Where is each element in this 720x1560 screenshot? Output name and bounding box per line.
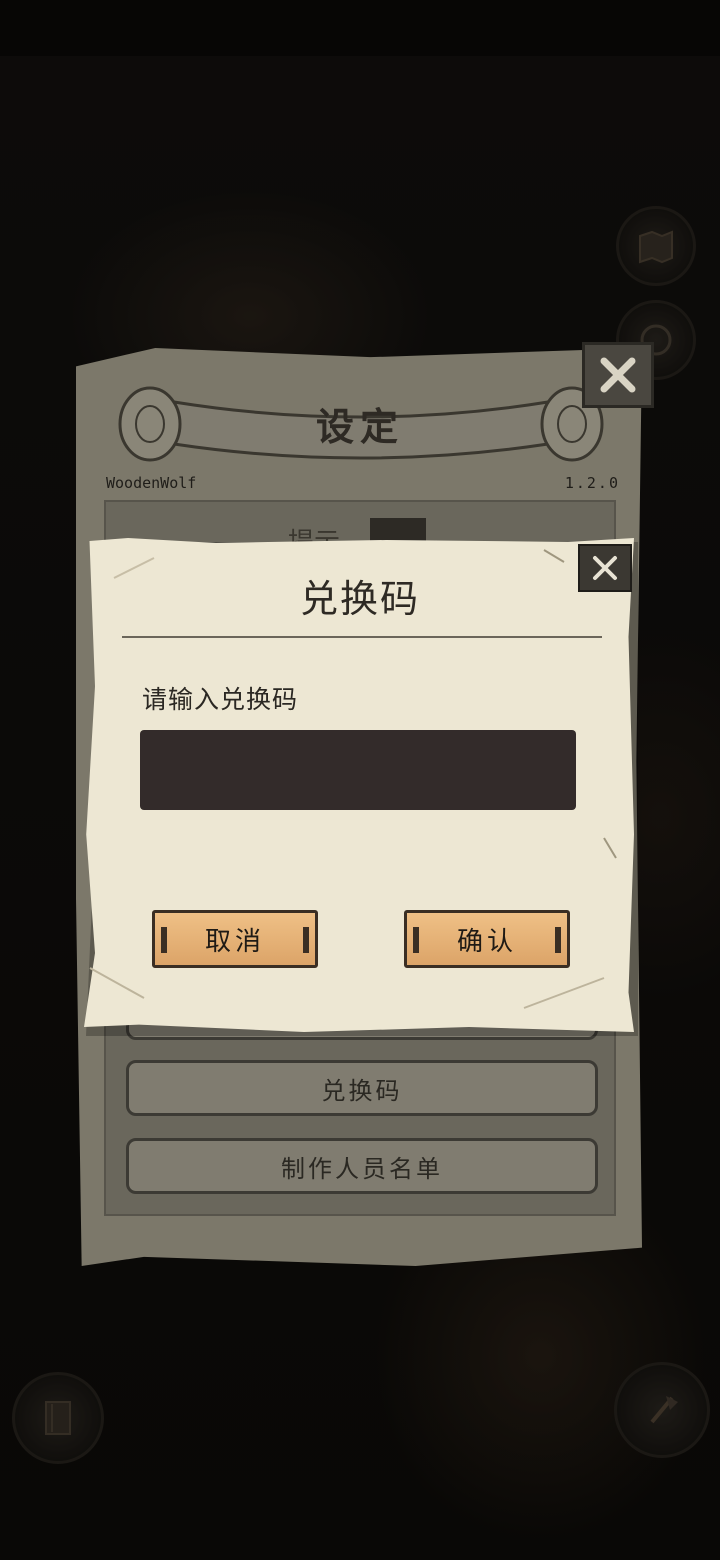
- dialog-close-button[interactable]: [578, 544, 632, 592]
- dialog-title: 兑换码: [299, 577, 420, 621]
- close-icon: [600, 357, 636, 393]
- redeem-code-input[interactable]: [140, 730, 576, 810]
- credits-button[interactable]: 制作人员名单: [126, 1138, 598, 1194]
- redeem-code-button[interactable]: 兑换码: [126, 1060, 598, 1116]
- redeem-prompt: 请输入兑换码: [142, 685, 299, 714]
- close-icon: [593, 556, 617, 580]
- cancel-button[interactable]: 取消: [152, 910, 318, 968]
- version-label: 1.2.0: [564, 474, 620, 492]
- player-name: WoodenWolf: [106, 474, 197, 492]
- settings-title: 设定: [315, 404, 404, 449]
- dialog-divider: [122, 636, 602, 638]
- confirm-button[interactable]: 确认: [404, 910, 570, 968]
- settings-close-button[interactable]: [582, 342, 654, 408]
